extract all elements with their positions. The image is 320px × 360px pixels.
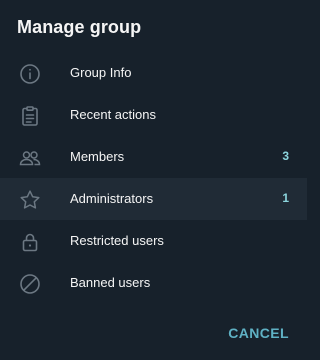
members-count-badge: 3 (282, 149, 289, 163)
manage-group-menu: Group Info Recent actions Members 3 Admi… (0, 52, 307, 304)
menu-item-group-info[interactable]: Group Info (0, 52, 307, 94)
menu-item-label: Members (70, 149, 125, 164)
lock-icon (18, 230, 42, 254)
manage-group-dialog: Manage group Group Info Recent actions M… (0, 0, 307, 360)
menu-item-label: Group Info (70, 65, 132, 80)
block-icon (18, 272, 42, 296)
menu-item-label: Administrators (70, 191, 154, 206)
cancel-button[interactable]: CANCEL (228, 325, 289, 341)
menu-item-banned-users[interactable]: Banned users (0, 262, 307, 304)
dialog-title: Manage group (17, 17, 142, 37)
menu-item-members[interactable]: Members 3 (0, 136, 307, 178)
clipboard-icon (18, 104, 42, 128)
menu-item-label: Restricted users (70, 233, 164, 248)
administrators-count-badge: 1 (282, 191, 289, 205)
menu-item-label: Banned users (70, 275, 151, 290)
menu-item-administrators[interactable]: Administrators 1 (0, 178, 307, 220)
members-icon (18, 146, 42, 170)
menu-item-recent-actions[interactable]: Recent actions (0, 94, 307, 136)
star-icon (18, 188, 42, 212)
menu-item-restricted-users[interactable]: Restricted users (0, 220, 307, 262)
info-icon (18, 62, 42, 86)
menu-item-label: Recent actions (70, 107, 156, 122)
